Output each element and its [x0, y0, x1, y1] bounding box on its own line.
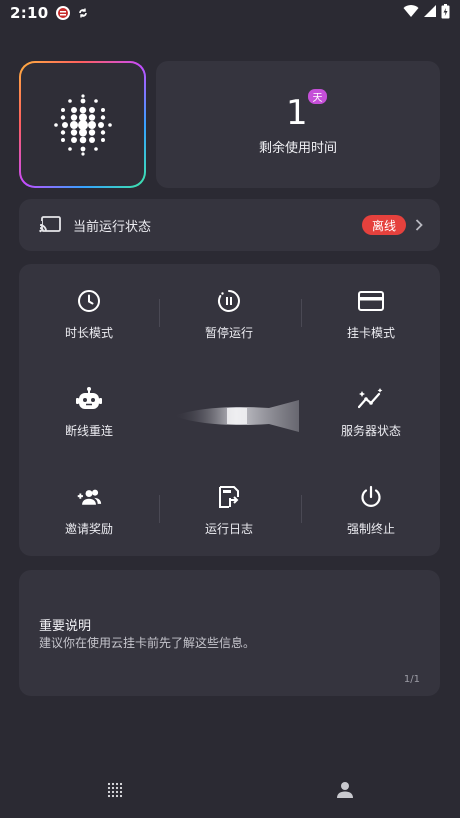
bottom-nav — [0, 760, 460, 818]
grid-item-label: 暂停运行 — [204, 326, 253, 340]
grid-item-label: 挂卡模式 — [346, 326, 395, 340]
grid-item-card-mode[interactable]: 挂卡模式 — [301, 264, 441, 362]
credit-card-icon — [358, 288, 384, 314]
function-grid: 时长模式 暂停运行 挂卡模式 断线重连 服务器状态 邀请奖励 运行日志 强制终止 — [19, 264, 440, 556]
nav-profile-button[interactable] — [333, 778, 357, 802]
group-add-icon — [76, 484, 102, 510]
page-indicator: 1/1 — [403, 674, 420, 685]
remaining-time-label: 剩余使用时间 — [258, 141, 337, 156]
notice-description: 建议你在使用云挂卡前先了解这些信息。 — [39, 636, 256, 650]
grid-item-label: 强制终止 — [346, 522, 395, 536]
day-unit-badge: 天 — [308, 89, 327, 104]
grid-item-label: 时长模式 — [64, 326, 113, 340]
dot-grid-icon — [107, 782, 123, 798]
nav-home-button[interactable] — [103, 778, 127, 802]
status-badge: 离线 — [361, 215, 406, 235]
battery-icon — [441, 3, 450, 23]
clock-icon — [76, 288, 102, 314]
run-status-label: 当前运行状态 — [73, 219, 152, 235]
robot-icon — [76, 386, 102, 412]
wifi-icon — [403, 4, 419, 22]
run-status-row[interactable]: 当前运行状态 离线 — [19, 199, 440, 251]
grid-item-server-status[interactable]: 服务器状态 — [301, 362, 441, 460]
grid-item-label: 邀请奖励 — [64, 522, 113, 536]
grid-item-run-log[interactable]: 运行日志 — [159, 460, 299, 558]
dot-sphere-icon — [53, 93, 112, 156]
grid-item-label: 服务器状态 — [340, 424, 401, 438]
person-icon — [337, 782, 353, 798]
grid-item-reconnect[interactable]: 断线重连 — [19, 362, 159, 460]
grid-item-label: 运行日志 — [204, 522, 253, 536]
grid-item-label: 断线重连 — [64, 424, 113, 438]
notification-app-icon — [55, 5, 71, 21]
power-icon — [358, 484, 384, 510]
grid-item-force-stop[interactable]: 强制终止 — [301, 460, 441, 558]
grid-item-duration-mode[interactable]: 时长模式 — [19, 264, 159, 362]
log-file-icon — [216, 484, 242, 510]
remaining-days-value: 1 — [286, 93, 308, 133]
signal-icon — [423, 4, 437, 22]
chevron-right-icon — [406, 219, 432, 231]
grid-item-pause-run[interactable]: 暂停运行 — [159, 264, 299, 362]
notice-title: 重要说明 — [39, 619, 92, 634]
remaining-time-card[interactable]: 1 天 剩余使用时间 — [156, 61, 440, 188]
chart-sparkle-icon — [358, 386, 384, 412]
cast-icon — [39, 216, 61, 234]
important-notice-card[interactable]: 重要说明 建议你在使用云挂卡前先了解这些信息。 1/1 — [19, 570, 440, 696]
sync-icon — [77, 7, 89, 19]
app-logo-tile[interactable] — [19, 61, 146, 188]
pause-circle-icon — [216, 288, 242, 314]
loading-indicator — [173, 400, 299, 432]
grid-item-invite-reward[interactable]: 邀请奖励 — [19, 460, 159, 558]
status-time: 2:10 — [10, 4, 49, 22]
status-bar: 2:10 — [0, 0, 460, 26]
